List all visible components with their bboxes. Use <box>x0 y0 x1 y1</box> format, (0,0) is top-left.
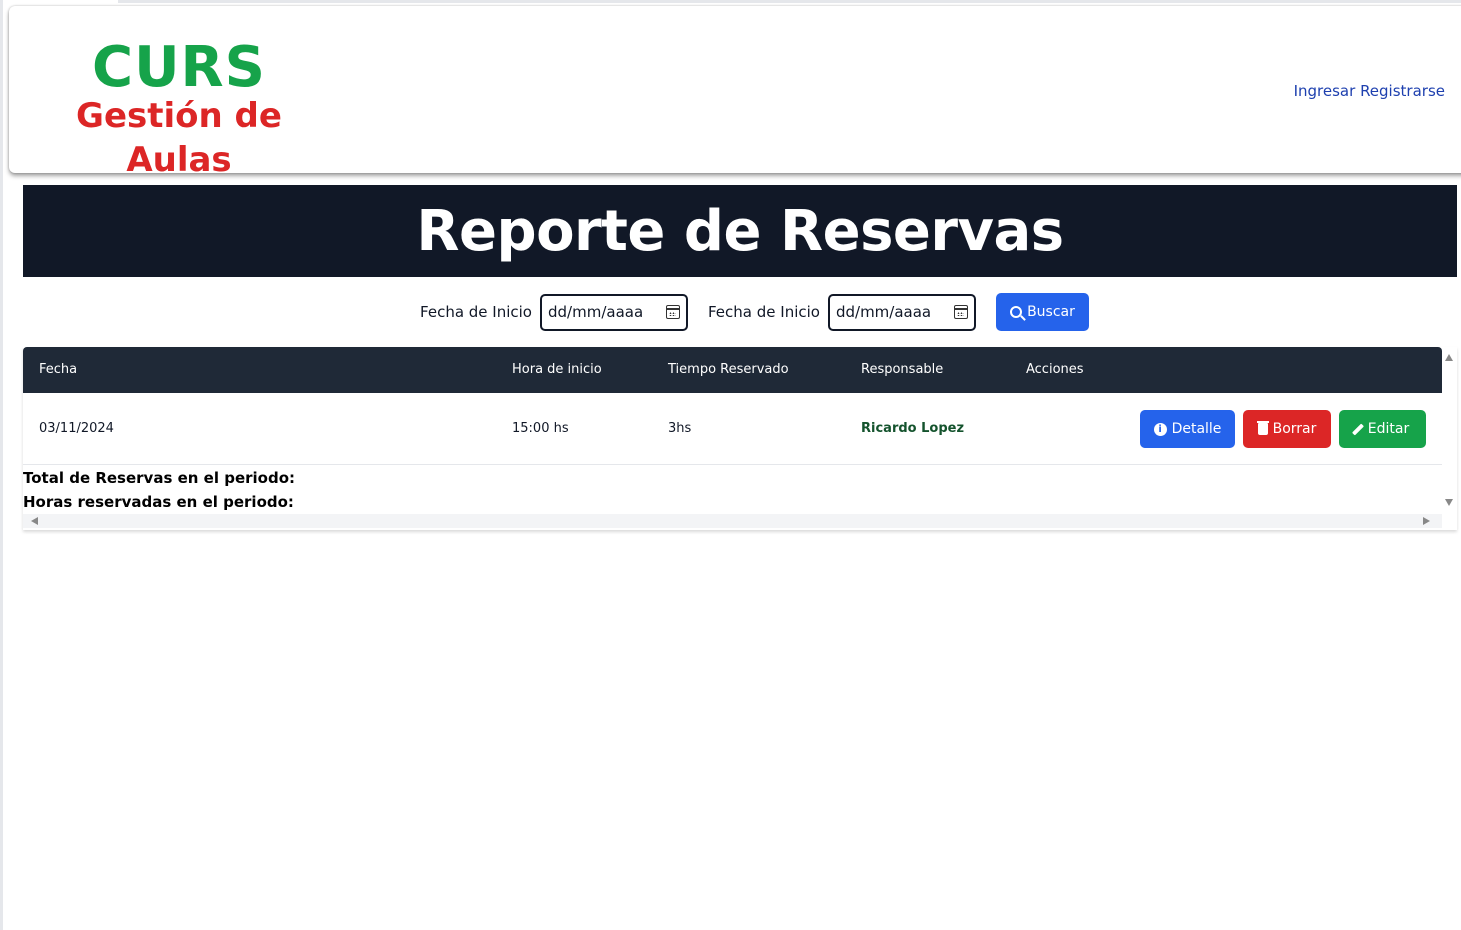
cell-hora: 15:00 hs <box>512 421 569 436</box>
column-header-fecha: Fecha <box>39 362 78 377</box>
page: CURS Gestión de Aulas Ingresar Registrar… <box>0 0 1461 930</box>
calendar-icon[interactable] <box>666 305 680 319</box>
info-icon: i <box>1153 422 1167 436</box>
scroll-right-icon[interactable] <box>1423 517 1430 525</box>
column-header-hora: Hora de inicio <box>512 362 602 377</box>
page-title-banner: Reporte de Reservas <box>23 185 1457 277</box>
horizontal-scrollbar[interactable] <box>23 514 1442 528</box>
scroll-up-icon[interactable] <box>1445 354 1453 361</box>
edit-button[interactable]: Editar <box>1339 410 1426 448</box>
column-header-acciones: Acciones <box>1026 362 1084 377</box>
search-button-label: Buscar <box>1027 304 1075 320</box>
reservations-table: Fecha Hora de inicio Tiempo Reservado Re… <box>23 347 1457 530</box>
pencil-icon <box>1351 422 1364 436</box>
start-date-input[interactable]: dd/mm/aaaa <box>540 293 688 331</box>
search-button[interactable]: Buscar <box>995 293 1089 331</box>
start-date-label: Fecha de Inicio <box>420 303 532 321</box>
search-icon <box>1010 306 1023 318</box>
vertical-scrollbar[interactable] <box>1442 347 1457 517</box>
trash-icon <box>1256 421 1269 435</box>
start-date-placeholder: dd/mm/aaaa <box>548 303 644 321</box>
brand-subtitle: Gestión de Aulas <box>76 96 282 180</box>
column-header-responsable: Responsable <box>861 362 944 377</box>
login-link[interactable]: Ingresar <box>1294 82 1356 100</box>
end-date-placeholder: dd/mm/aaaa <box>835 303 932 321</box>
table-header: Fecha Hora de inicio Tiempo Reservado Re… <box>23 347 1442 393</box>
date-filter-bar: Fecha de Inicio dd/mm/aaaa Fecha de Inic… <box>3 293 1461 331</box>
auth-nav: Ingresar Registrarse <box>1294 82 1445 100</box>
edit-button-label: Editar <box>1367 421 1410 437</box>
scroll-down-icon[interactable] <box>1445 499 1453 506</box>
cell-fecha: 03/11/2024 <box>39 421 114 436</box>
delete-button[interactable]: Borrar <box>1243 410 1331 448</box>
brand-logo[interactable]: CURS Gestión de Aulas <box>29 36 329 182</box>
calendar-icon[interactable] <box>953 305 968 319</box>
end-date-label: Fecha de Inicio <box>708 303 820 321</box>
column-header-tiempo: Tiempo Reservado <box>668 362 789 377</box>
site-header: CURS Gestión de Aulas Ingresar Registrar… <box>9 6 1461 180</box>
top-border <box>118 0 1461 3</box>
total-reservations-label: Total de Reservas en el periodo: <box>23 469 296 487</box>
delete-button-label: Borrar <box>1272 421 1317 437</box>
brand-title: CURS <box>91 35 267 100</box>
end-date-input[interactable]: dd/mm/aaaa <box>827 293 976 331</box>
register-link[interactable]: Registrarse <box>1360 82 1445 100</box>
reserved-hours-label: Horas reservadas en el periodo: <box>23 493 294 511</box>
cell-responsable: Ricardo Lopez <box>861 421 965 436</box>
page-title: Reporte de Reservas <box>416 198 1064 264</box>
cell-tiempo: 3hs <box>668 421 692 436</box>
scroll-left-icon[interactable] <box>31 517 38 525</box>
table-row: 03/11/2024 15:00 hs 3hs Ricardo Lopez i … <box>23 393 1442 465</box>
detail-button-label: Detalle <box>1171 421 1222 437</box>
detail-button[interactable]: i Detalle <box>1140 410 1235 448</box>
